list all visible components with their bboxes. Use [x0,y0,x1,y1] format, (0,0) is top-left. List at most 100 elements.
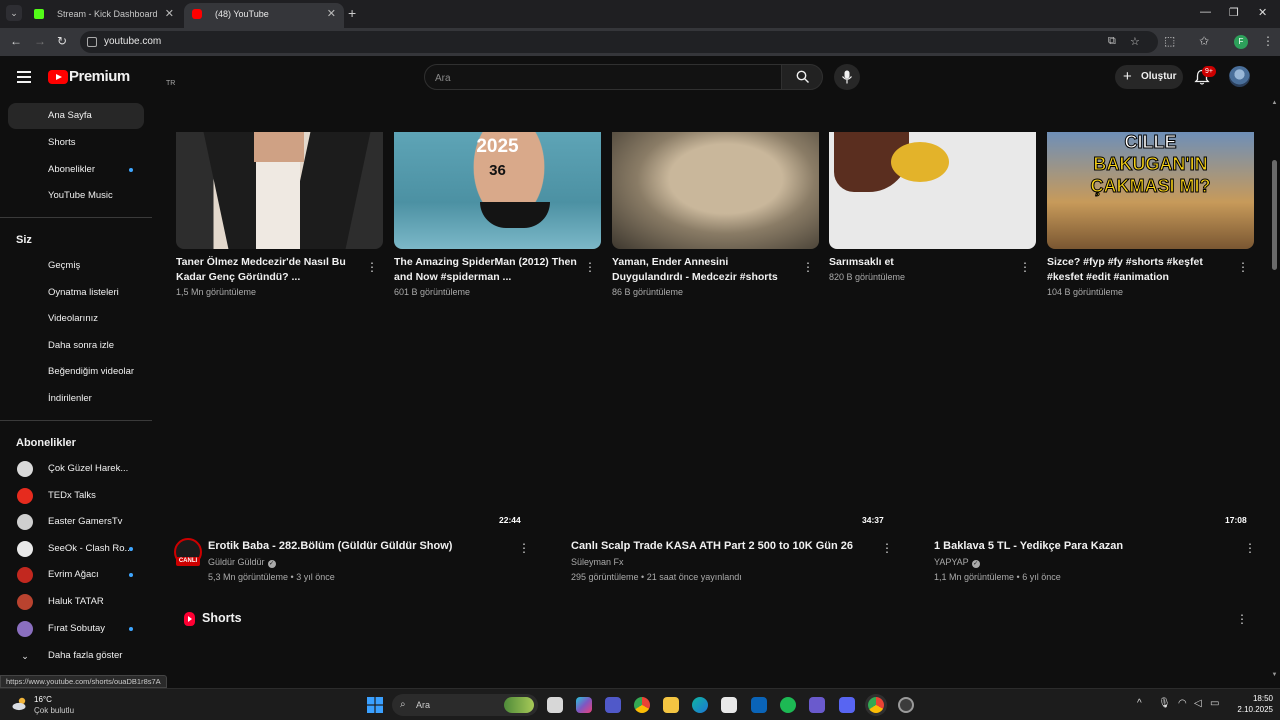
subscription-channel[interactable]: Evrim Ağacı [8,562,144,588]
discord-icon[interactable] [839,697,855,713]
sidebar-item-subscriptions[interactable]: Abonelikler [8,157,144,183]
copilot-icon[interactable] [576,697,592,713]
sidebar-section-you[interactable]: Siz [16,234,32,246]
channel-name[interactable]: Süleyman Fx [571,557,624,567]
file-explorer-icon[interactable] [663,697,679,713]
search-button[interactable] [781,64,823,90]
reload-icon[interactable]: ↻ [57,34,67,48]
more-actions-icon[interactable]: ⋮ [1244,542,1256,554]
kick-favicon-icon [34,9,44,19]
install-app-icon[interactable]: ⧉ [1108,35,1116,48]
search-input[interactable] [435,70,765,86]
more-actions-icon[interactable]: ⋮ [802,261,814,273]
clock-date[interactable]: 2.10.2025 [1228,705,1273,714]
app-icon[interactable] [898,697,914,713]
tab-search-button[interactable]: ⌄ [6,5,22,21]
sidebar-item-home[interactable]: Ana Sayfa [8,103,144,129]
wifi-icon[interactable]: ◠ [1178,698,1187,709]
channel-name[interactable]: Güldür Güldür ✓ [208,557,276,568]
sidebar-item-history[interactable]: Geçmiş [8,253,144,279]
address-bar[interactable]: youtube.com ⧉ ☆ [80,31,1158,53]
subscription-channel[interactable]: Haluk TATAR [8,589,144,615]
taskbar-search[interactable]: ⌕ Ara [392,694,538,716]
windows-start-icon[interactable] [367,697,383,713]
short-thumbnail[interactable]: CILLE BAKUGAN'IN ÇAKMASI MI? [1047,132,1254,249]
microphone-icon[interactable]: 🎙︎ [1158,698,1171,709]
subscription-channel[interactable]: Çok Güzel Harek... [8,456,144,482]
sidebar-item-shorts[interactable]: Shorts [8,130,144,156]
show-more-button[interactable]: ⌄ Daha fazla göster [8,643,144,669]
video-title[interactable]: Canlı Scalp Trade KASA ATH Part 2 500 to… [571,540,853,552]
bookmark-star-icon[interactable]: ☆ [1130,35,1140,48]
close-tab-icon[interactable]: ✕ [327,3,336,25]
video-title[interactable]: Erotik Baba - 282.Bölüm (Güldür Güldür S… [208,540,452,552]
scroll-up-icon[interactable]: ▲ [1271,100,1278,108]
extensions-icon[interactable]: ⬚ [1164,34,1175,48]
browser-profile-avatar[interactable]: F [1234,35,1248,49]
volume-icon[interactable]: ◁ [1194,698,1202,709]
short-title[interactable]: The Amazing SpiderMan (2012) Then and No… [394,255,579,285]
weather-temperature[interactable]: 16°C [34,695,52,704]
page-scrollbar[interactable]: ▲ ▼ [1271,100,1278,680]
battery-icon[interactable]: ▭ [1210,698,1219,709]
scrollbar-thumb[interactable] [1272,160,1277,270]
favorites-icon[interactable]: ✩ [1199,34,1209,48]
sidebar-item-liked-videos[interactable]: Beğendiğim videolar [8,359,144,385]
chrome-active-icon[interactable] [868,697,884,713]
forward-icon[interactable]: → [34,34,46,48]
sidebar-item-downloads[interactable]: İndirilenler [8,386,144,412]
weather-description[interactable]: Çok bulutlu [34,706,74,715]
short-thumbnail[interactable] [829,132,1036,249]
site-info-icon[interactable] [87,37,97,47]
short-title[interactable]: Taner Ölmez Medcezir'de Nasıl Bu Kadar G… [176,255,361,285]
sidebar-item-youtube-music[interactable]: YouTube Music [8,183,144,209]
subscription-channel[interactable]: Fırat Sobutay [8,616,144,642]
subscription-channel[interactable]: TEDx Talks [8,483,144,509]
more-actions-icon[interactable]: ⋮ [366,261,378,273]
sidebar-item-your-videos[interactable]: Videolarınız [8,306,144,332]
tab-kick-dashboard[interactable]: Stream - Kick Dashboard ✕ [26,3,182,28]
tab-youtube[interactable]: (48) YouTube ✕ [184,3,344,28]
more-actions-icon[interactable]: ⋮ [1237,261,1249,273]
account-avatar[interactable] [1229,66,1250,87]
more-actions-icon[interactable]: ⋮ [518,542,530,554]
subscription-channel[interactable]: SeeOk - Clash Ro... [8,536,144,562]
browser-menu-icon[interactable]: ⋮ [1262,34,1274,48]
voice-search-button[interactable] [834,64,860,90]
more-actions-icon[interactable]: ⋮ [1019,261,1031,273]
short-thumbnail[interactable] [612,132,819,249]
short-title[interactable]: Yaman, Ender Annesini Duygulandırdı - Me… [612,255,797,285]
window-close-icon[interactable]: ✕ [1258,6,1267,19]
sidebar-item-watch-later[interactable]: Daha sonra izle [8,333,144,359]
chrome-icon[interactable] [634,697,650,713]
back-icon[interactable]: ← [10,34,22,48]
teams-icon[interactable] [605,697,621,713]
subscription-channel[interactable]: Easter GamersTv [8,509,144,535]
scroll-down-icon[interactable]: ▼ [1271,672,1278,680]
microsoft-store-icon[interactable] [721,697,737,713]
task-view-icon[interactable] [547,697,563,713]
shorts-section-more-icon[interactable]: ⋮ [1236,613,1248,625]
edge-icon[interactable] [692,697,708,713]
close-tab-icon[interactable]: ✕ [165,3,174,25]
cloud-weather-icon[interactable] [12,697,28,711]
app-icon[interactable] [809,697,825,713]
hamburger-menu-icon[interactable] [17,71,31,83]
more-actions-icon[interactable]: ⋮ [584,261,596,273]
short-title[interactable]: Sizce? #fyp #fy #shorts #keşfet #kesfet … [1047,255,1232,285]
clock-time[interactable]: 18:50 [1233,694,1273,703]
chevron-up-icon[interactable]: ^ [1137,698,1142,709]
short-thumbnail[interactable] [176,132,383,249]
outlook-icon[interactable] [751,697,767,713]
sidebar-item-playlists[interactable]: Oynatma listeleri [8,280,144,306]
short-title[interactable]: Sarımsaklı et [829,255,1014,270]
new-tab-button[interactable]: + [348,5,356,21]
more-actions-icon[interactable]: ⋮ [881,542,893,554]
channel-name[interactable]: YAPYAP ✓ [934,557,980,568]
short-thumbnail[interactable]: 2025 36 [394,132,601,249]
video-title[interactable]: 1 Baklava 5 TL - Yedikçe Para Kazan [934,540,1123,552]
restore-icon[interactable]: ❐ [1229,6,1239,19]
create-button[interactable]: + Oluştur [1115,65,1183,89]
minimize-icon[interactable]: — [1200,6,1211,18]
spotify-icon[interactable] [780,697,796,713]
